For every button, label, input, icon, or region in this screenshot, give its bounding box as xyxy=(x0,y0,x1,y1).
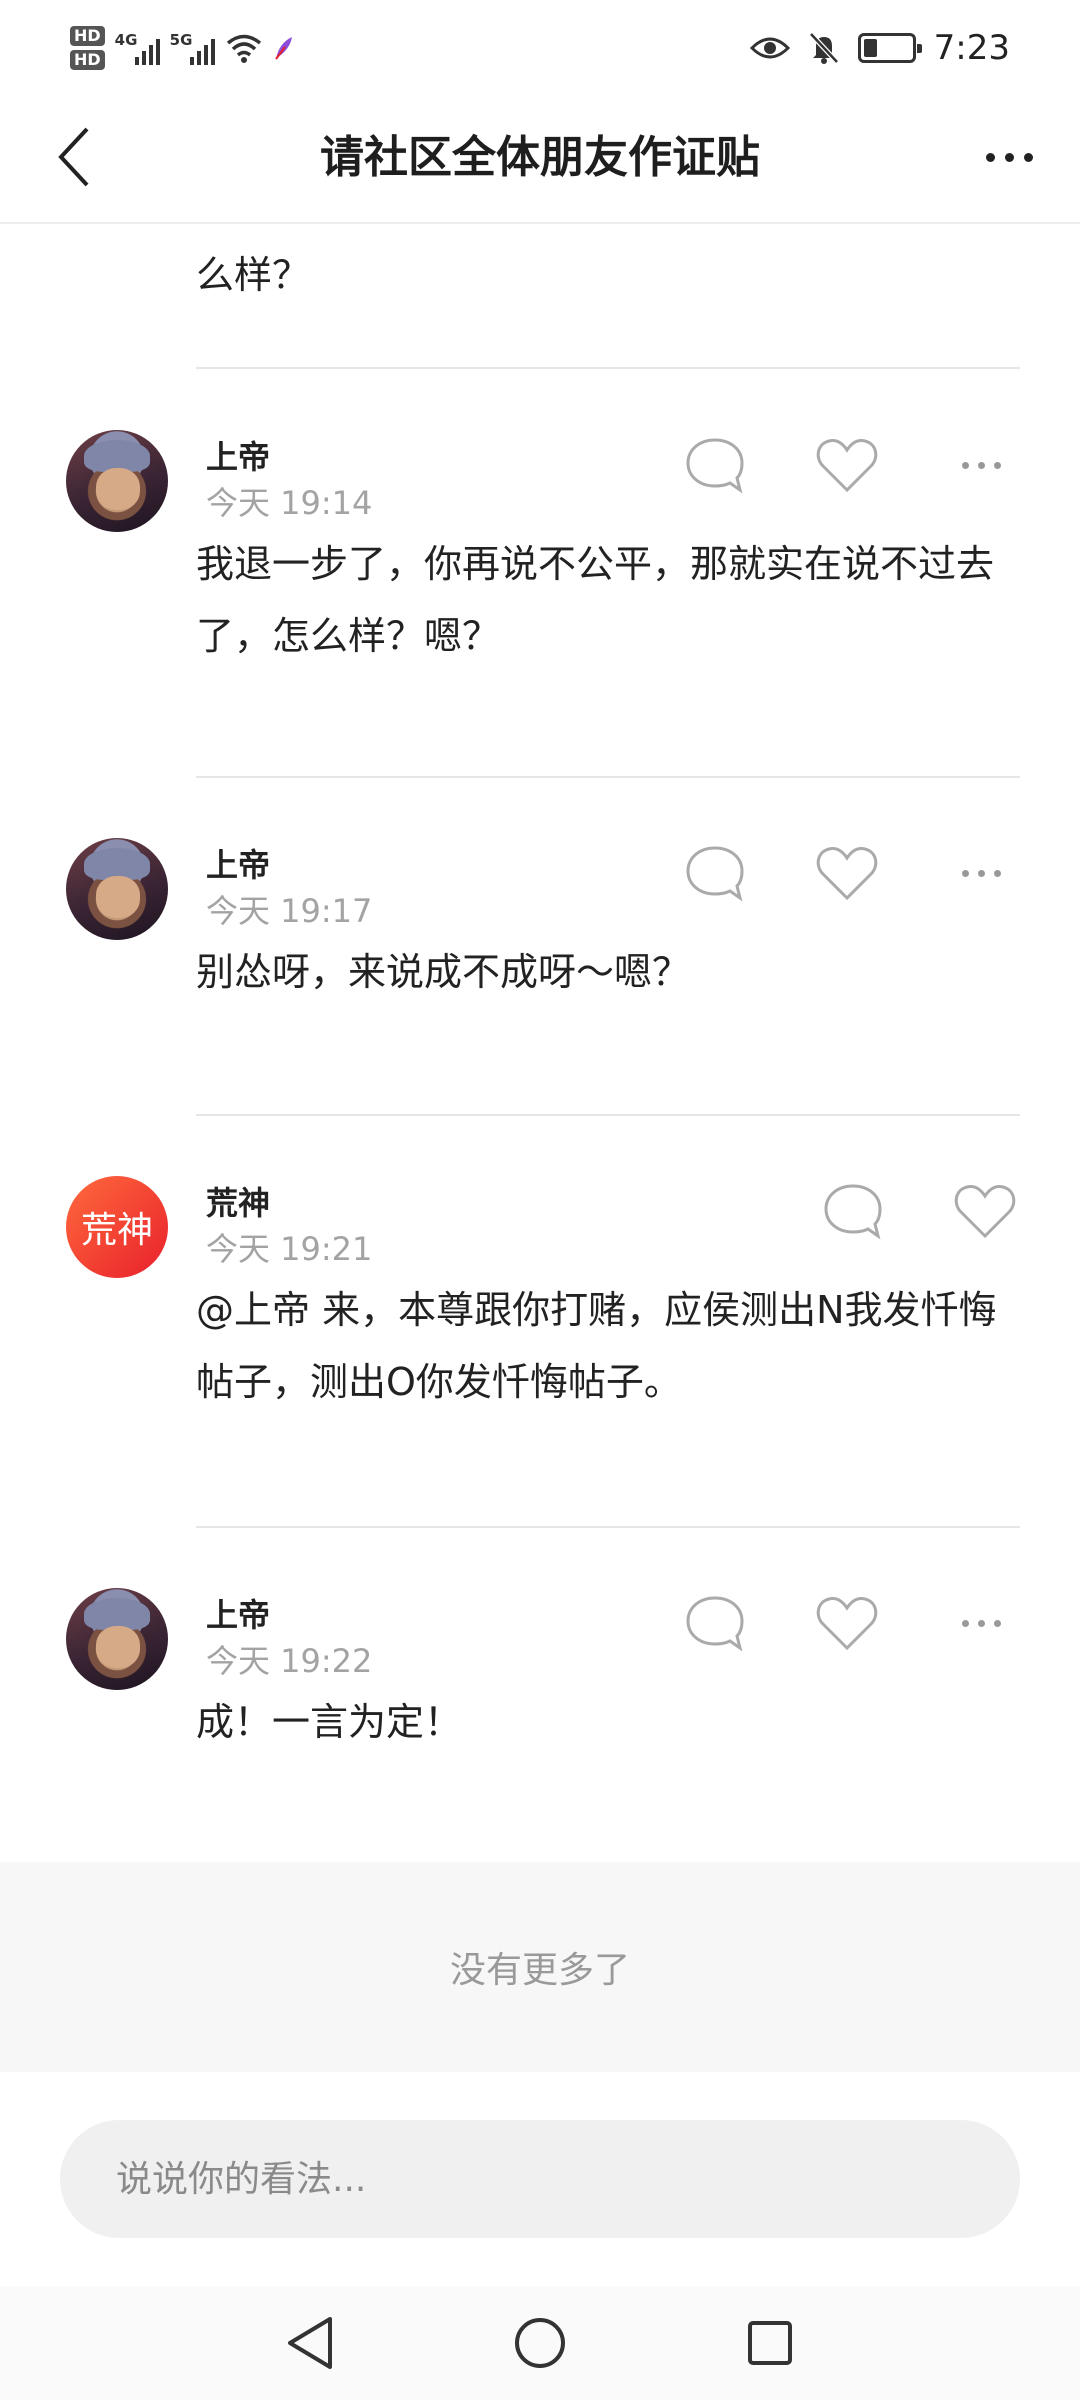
no-more-label: 没有更多了 xyxy=(0,1862,1080,2072)
signal-icon: 5G xyxy=(170,31,215,65)
system-nav-bar xyxy=(0,2286,1080,2400)
more-options-button[interactable] xyxy=(974,132,1044,182)
comment-username[interactable]: 荒神 xyxy=(206,1178,270,1224)
reply-button[interactable] xyxy=(680,1588,750,1658)
comment-time: 今天 19:22 xyxy=(206,1642,373,1680)
like-button[interactable] xyxy=(812,1588,882,1658)
like-button[interactable] xyxy=(950,1176,1020,1246)
comment-time: 今天 19:21 xyxy=(206,1230,373,1268)
reply-button[interactable] xyxy=(680,838,750,908)
heart-icon xyxy=(816,847,878,901)
feather-app-icon xyxy=(274,37,292,60)
signal-icon: 4G xyxy=(115,31,160,65)
comment-text-partial: 么样？ xyxy=(196,253,311,297)
comment-more-button[interactable] xyxy=(946,445,1016,485)
heart-icon xyxy=(954,1185,1016,1239)
nav-recents-button[interactable] xyxy=(735,2308,805,2378)
reply-button[interactable] xyxy=(680,430,750,500)
comment-bubble-icon xyxy=(686,438,744,494)
divider xyxy=(196,367,1020,369)
comment-item: 上帝 今天 19:22 成！一言为定！ xyxy=(0,1528,1080,1862)
comment-list: 么样？ 上帝 今天 19:14 我退一步了，你再说不公平，那就实在说不过去了，怎… xyxy=(0,226,1080,1862)
comment-username[interactable]: 上帝 xyxy=(206,840,270,886)
comment-username[interactable]: 上帝 xyxy=(206,1590,270,1636)
top-app-bar: 请社区全体朋友作证贴 xyxy=(0,92,1080,224)
back-button[interactable] xyxy=(40,122,110,192)
avatar[interactable] xyxy=(66,1588,168,1690)
heart-icon xyxy=(816,439,878,493)
battery-icon xyxy=(857,33,922,63)
avatar[interactable] xyxy=(66,430,168,532)
wifi-icon xyxy=(226,34,261,63)
dot xyxy=(1023,152,1033,162)
comment-bubble-icon xyxy=(824,1184,882,1240)
status-bar: HD HD 4G 5G 7:23 xyxy=(0,0,1080,92)
page-title: 请社区全体朋友作证贴 xyxy=(320,132,760,183)
chevron-left-icon xyxy=(58,127,89,187)
comment-time: 今天 19:17 xyxy=(206,892,373,930)
comment-text: 成！一言为定！ xyxy=(196,1700,463,1744)
comment-bubble-icon xyxy=(686,846,744,902)
comment-text: 别怂呀，来说成不成呀～嗯？ xyxy=(196,950,691,994)
comment-text: @上帝 来，本尊跟你打赌，应侯测出N我发忏悔帖子，测出O你发忏悔帖子。 xyxy=(196,1288,997,1404)
comment-username[interactable]: 上帝 xyxy=(206,432,270,478)
comment-bubble-icon xyxy=(686,1596,744,1652)
status-time: 7:23 xyxy=(933,28,1010,68)
nav-home-button[interactable] xyxy=(505,2308,575,2378)
comment-input-bar xyxy=(0,2072,1080,2286)
comment-more-button[interactable] xyxy=(946,1603,1016,1643)
hd-badge: HD xyxy=(70,26,105,46)
comment-item: 荒神 荒神 今天 19:21 @上帝 来，本尊跟你打赌，应侯测出N我发忏悔帖子，… xyxy=(0,1116,1080,1526)
hd-indicators: HD HD xyxy=(70,26,105,70)
circle-home-icon xyxy=(515,2318,565,2368)
dot xyxy=(1004,152,1014,162)
bell-off-icon xyxy=(808,32,839,64)
comment-time: 今天 19:14 xyxy=(206,484,373,522)
reply-button[interactable] xyxy=(818,1176,888,1246)
comment-more-button[interactable] xyxy=(946,853,1016,893)
status-right: 7:23 xyxy=(749,18,1010,78)
like-button[interactable] xyxy=(812,430,882,500)
hd-badge: HD xyxy=(70,50,105,70)
dot xyxy=(985,152,995,162)
avatar[interactable] xyxy=(66,838,168,940)
triangle-back-icon xyxy=(288,2317,332,2369)
battery-fill xyxy=(863,39,878,57)
comment-input[interactable] xyxy=(60,2120,1020,2238)
heart-icon xyxy=(816,1597,878,1651)
nav-back-button[interactable] xyxy=(275,2308,345,2378)
comment-text: 我退一步了，你再说不公平，那就实在说不过去了，怎么样？嗯？ xyxy=(196,542,995,658)
status-left: HD HD 4G 5G xyxy=(70,18,295,78)
avatar[interactable]: 荒神 xyxy=(66,1176,168,1278)
eye-icon xyxy=(749,37,790,59)
comment-item: 上帝 今天 19:14 我退一步了，你再说不公平，那就实在说不过去了，怎么样？嗯… xyxy=(0,370,1080,658)
comment-item: 上帝 今天 19:17 别怂呀，来说成不成呀～嗯？ xyxy=(0,778,1080,1114)
like-button[interactable] xyxy=(812,838,882,908)
square-recents-icon xyxy=(748,2321,792,2365)
